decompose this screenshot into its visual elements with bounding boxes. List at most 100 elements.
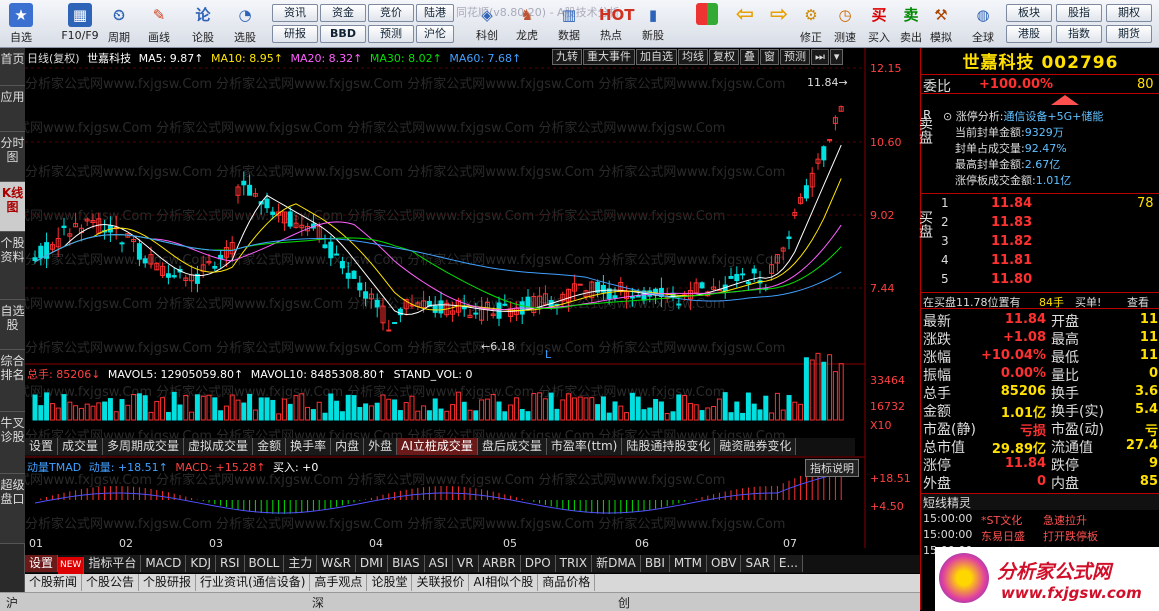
- chart-tool-button[interactable]: 叠: [740, 49, 759, 65]
- jingling-event[interactable]: 15:00:00 东易日盛 打开跌停板: [921, 528, 1159, 544]
- indicator-tab[interactable]: 指标平台: [84, 555, 141, 572]
- indicator-tab[interactable]: BOLL: [245, 555, 285, 572]
- bottom-nav-item[interactable]: 商品价格: [538, 574, 595, 591]
- indicator-tab[interactable]: DMI: [356, 555, 388, 572]
- shanghai-london-button[interactable]: 沪伦: [416, 25, 454, 43]
- global-button[interactable]: ◍ 全球: [964, 2, 1002, 46]
- volume-tab[interactable]: 多周期成交量: [103, 438, 184, 455]
- volume-tab[interactable]: 盘后成交量: [478, 438, 547, 455]
- back-button[interactable]: ⇦: [726, 2, 764, 46]
- nav-profile[interactable]: 个股资料: [0, 232, 25, 300]
- options-button[interactable]: 期权: [1106, 4, 1152, 22]
- chart-tool-button[interactable]: 均线: [678, 49, 708, 65]
- bottom-nav-item[interactable]: 论股堂: [367, 574, 412, 591]
- bid-row[interactable]: 2 11.83: [921, 214, 1159, 233]
- indicator-tab[interactable]: 设置: [25, 555, 58, 572]
- volume-tab[interactable]: 市盈率(ttm): [547, 438, 622, 455]
- volume-tab[interactable]: 换手率: [286, 438, 331, 455]
- indicator-tab[interactable]: OBV: [707, 555, 742, 572]
- chart-tool-button[interactable]: 九转: [552, 49, 582, 65]
- dragon-tiger-button[interactable]: ♞ 龙虎: [508, 4, 546, 46]
- queue-view-link[interactable]: 查看: [1127, 294, 1149, 310]
- star-market-button[interactable]: ◈ 科创: [468, 4, 506, 46]
- fix-button[interactable]: ⚙ 修正: [792, 2, 830, 46]
- forecast-button[interactable]: 预测: [368, 25, 414, 43]
- bid-row[interactable]: 3 11.82: [921, 233, 1159, 252]
- indicator-tab[interactable]: E...: [775, 555, 803, 572]
- chart-tool-button[interactable]: ⏭: [811, 49, 829, 65]
- indicator-tab[interactable]: 新DMA: [592, 555, 641, 572]
- nav-home[interactable]: 首页: [0, 48, 25, 86]
- research-button[interactable]: 研报: [272, 25, 318, 43]
- indicator-tab[interactable]: BIAS: [388, 555, 425, 572]
- f10-button[interactable]: ▦ F10/F9: [58, 2, 102, 46]
- chart-tool-button[interactable]: 复权: [709, 49, 739, 65]
- indicator-tab[interactable]: SAR: [741, 555, 774, 572]
- indicator-tab[interactable]: W&R: [317, 555, 356, 572]
- indicator-tab[interactable]: MTM: [670, 555, 707, 572]
- hk-connect-button[interactable]: 陆港: [416, 4, 454, 22]
- nav-diagnosis[interactable]: 牛叉诊股: [0, 412, 25, 474]
- volume-tab[interactable]: 陆股通持股变化: [622, 438, 715, 455]
- indicator-help-button[interactable]: 指标说明: [805, 459, 859, 477]
- stock-picker-button[interactable]: ◔ 选股: [226, 2, 264, 46]
- chart-tool-button[interactable]: 加自选: [636, 49, 677, 65]
- volume-tab[interactable]: 设置: [25, 438, 58, 455]
- status-sh[interactable]: 沪: [6, 594, 18, 611]
- bid-row[interactable]: 1 11.84 78: [921, 195, 1159, 214]
- indicator-tab[interactable]: VR: [453, 555, 479, 572]
- favorites-button[interactable]: ★ 自选: [2, 2, 40, 46]
- forum-button[interactable]: 论论股: [184, 2, 222, 46]
- indicator-tab[interactable]: RSI: [216, 555, 245, 572]
- nav-watchlist[interactable]: 自选股: [0, 300, 25, 350]
- new-stock-button[interactable]: ▮ 新股: [634, 4, 672, 46]
- chart-tool-button[interactable]: 预测: [780, 49, 810, 65]
- indicator-tab[interactable]: BBI: [641, 555, 670, 572]
- bottom-nav-item[interactable]: 行业资讯(通信设备): [196, 574, 310, 591]
- bottom-nav-item[interactable]: 个股新闻: [25, 574, 82, 591]
- bid-row[interactable]: 4 11.81: [921, 252, 1159, 271]
- indicator-tab[interactable]: 主力: [284, 555, 317, 572]
- volume-tab[interactable]: 成交量: [58, 438, 103, 455]
- indicator-tab[interactable]: ASI: [425, 555, 453, 572]
- hk-stock-button[interactable]: 港股: [1006, 25, 1052, 43]
- nav-ranking[interactable]: 综合排名: [0, 350, 25, 412]
- indicator-tab[interactable]: ARBR: [479, 555, 521, 572]
- indicator-tab[interactable]: DPO: [521, 555, 556, 572]
- status-sz[interactable]: 深: [312, 594, 324, 611]
- period-button[interactable]: ⏲ 周期: [100, 2, 138, 46]
- drawline-button[interactable]: ✎ 画线: [140, 2, 178, 46]
- chart-tool-button[interactable]: ▾: [830, 49, 844, 65]
- data-button[interactable]: ▥ 数据: [550, 4, 588, 46]
- bid-row[interactable]: 5 11.80: [921, 271, 1159, 290]
- chart-tool-button[interactable]: 重大事件: [583, 49, 635, 65]
- indicator-tab[interactable]: MACD: [141, 555, 186, 572]
- bbd-button[interactable]: BBD: [320, 25, 366, 43]
- volume-tab[interactable]: AI立桩成交量: [397, 438, 478, 455]
- kline-chart-area[interactable]: 分析家公式网www.fxjgsw.Com 分析家公式网www.fxjgsw.Co…: [25, 48, 920, 548]
- capital-button[interactable]: 资金: [320, 4, 366, 22]
- nav-apps[interactable]: 应用: [0, 86, 25, 132]
- volume-tab[interactable]: 内盘: [331, 438, 364, 455]
- speedtest-button[interactable]: ◷ 测速: [826, 2, 864, 46]
- jingling-event[interactable]: 15:00:00 *ST文化 急速拉升: [921, 512, 1159, 528]
- volume-tab[interactable]: 融资融券变化: [715, 438, 796, 455]
- volume-tab[interactable]: 外盘: [364, 438, 397, 455]
- nav-timeshare[interactable]: 分时图: [0, 132, 25, 182]
- new-badge[interactable]: NEW: [58, 557, 84, 574]
- bottom-nav-item[interactable]: AI相似个股: [469, 574, 538, 591]
- sector-button[interactable]: 板块: [1006, 4, 1052, 22]
- bottom-nav-item[interactable]: 个股研报: [139, 574, 196, 591]
- simulate-button[interactable]: ⚒ 模拟: [922, 2, 960, 46]
- status-cy[interactable]: 创: [618, 594, 630, 611]
- auction-button[interactable]: 竞价: [368, 4, 414, 22]
- nav-super-board[interactable]: 超级盘口: [0, 474, 25, 544]
- futures-button[interactable]: 期货: [1106, 25, 1152, 43]
- nav-kline[interactable]: K线图: [0, 182, 25, 232]
- index-futures-button[interactable]: 股指: [1056, 4, 1102, 22]
- indicator-tab[interactable]: TRIX: [556, 555, 592, 572]
- volume-tab[interactable]: 金额: [253, 438, 286, 455]
- bottom-nav-item[interactable]: 关联报价: [412, 574, 469, 591]
- bottom-nav-item[interactable]: 高手观点: [310, 574, 367, 591]
- index-button[interactable]: 指数: [1056, 25, 1102, 43]
